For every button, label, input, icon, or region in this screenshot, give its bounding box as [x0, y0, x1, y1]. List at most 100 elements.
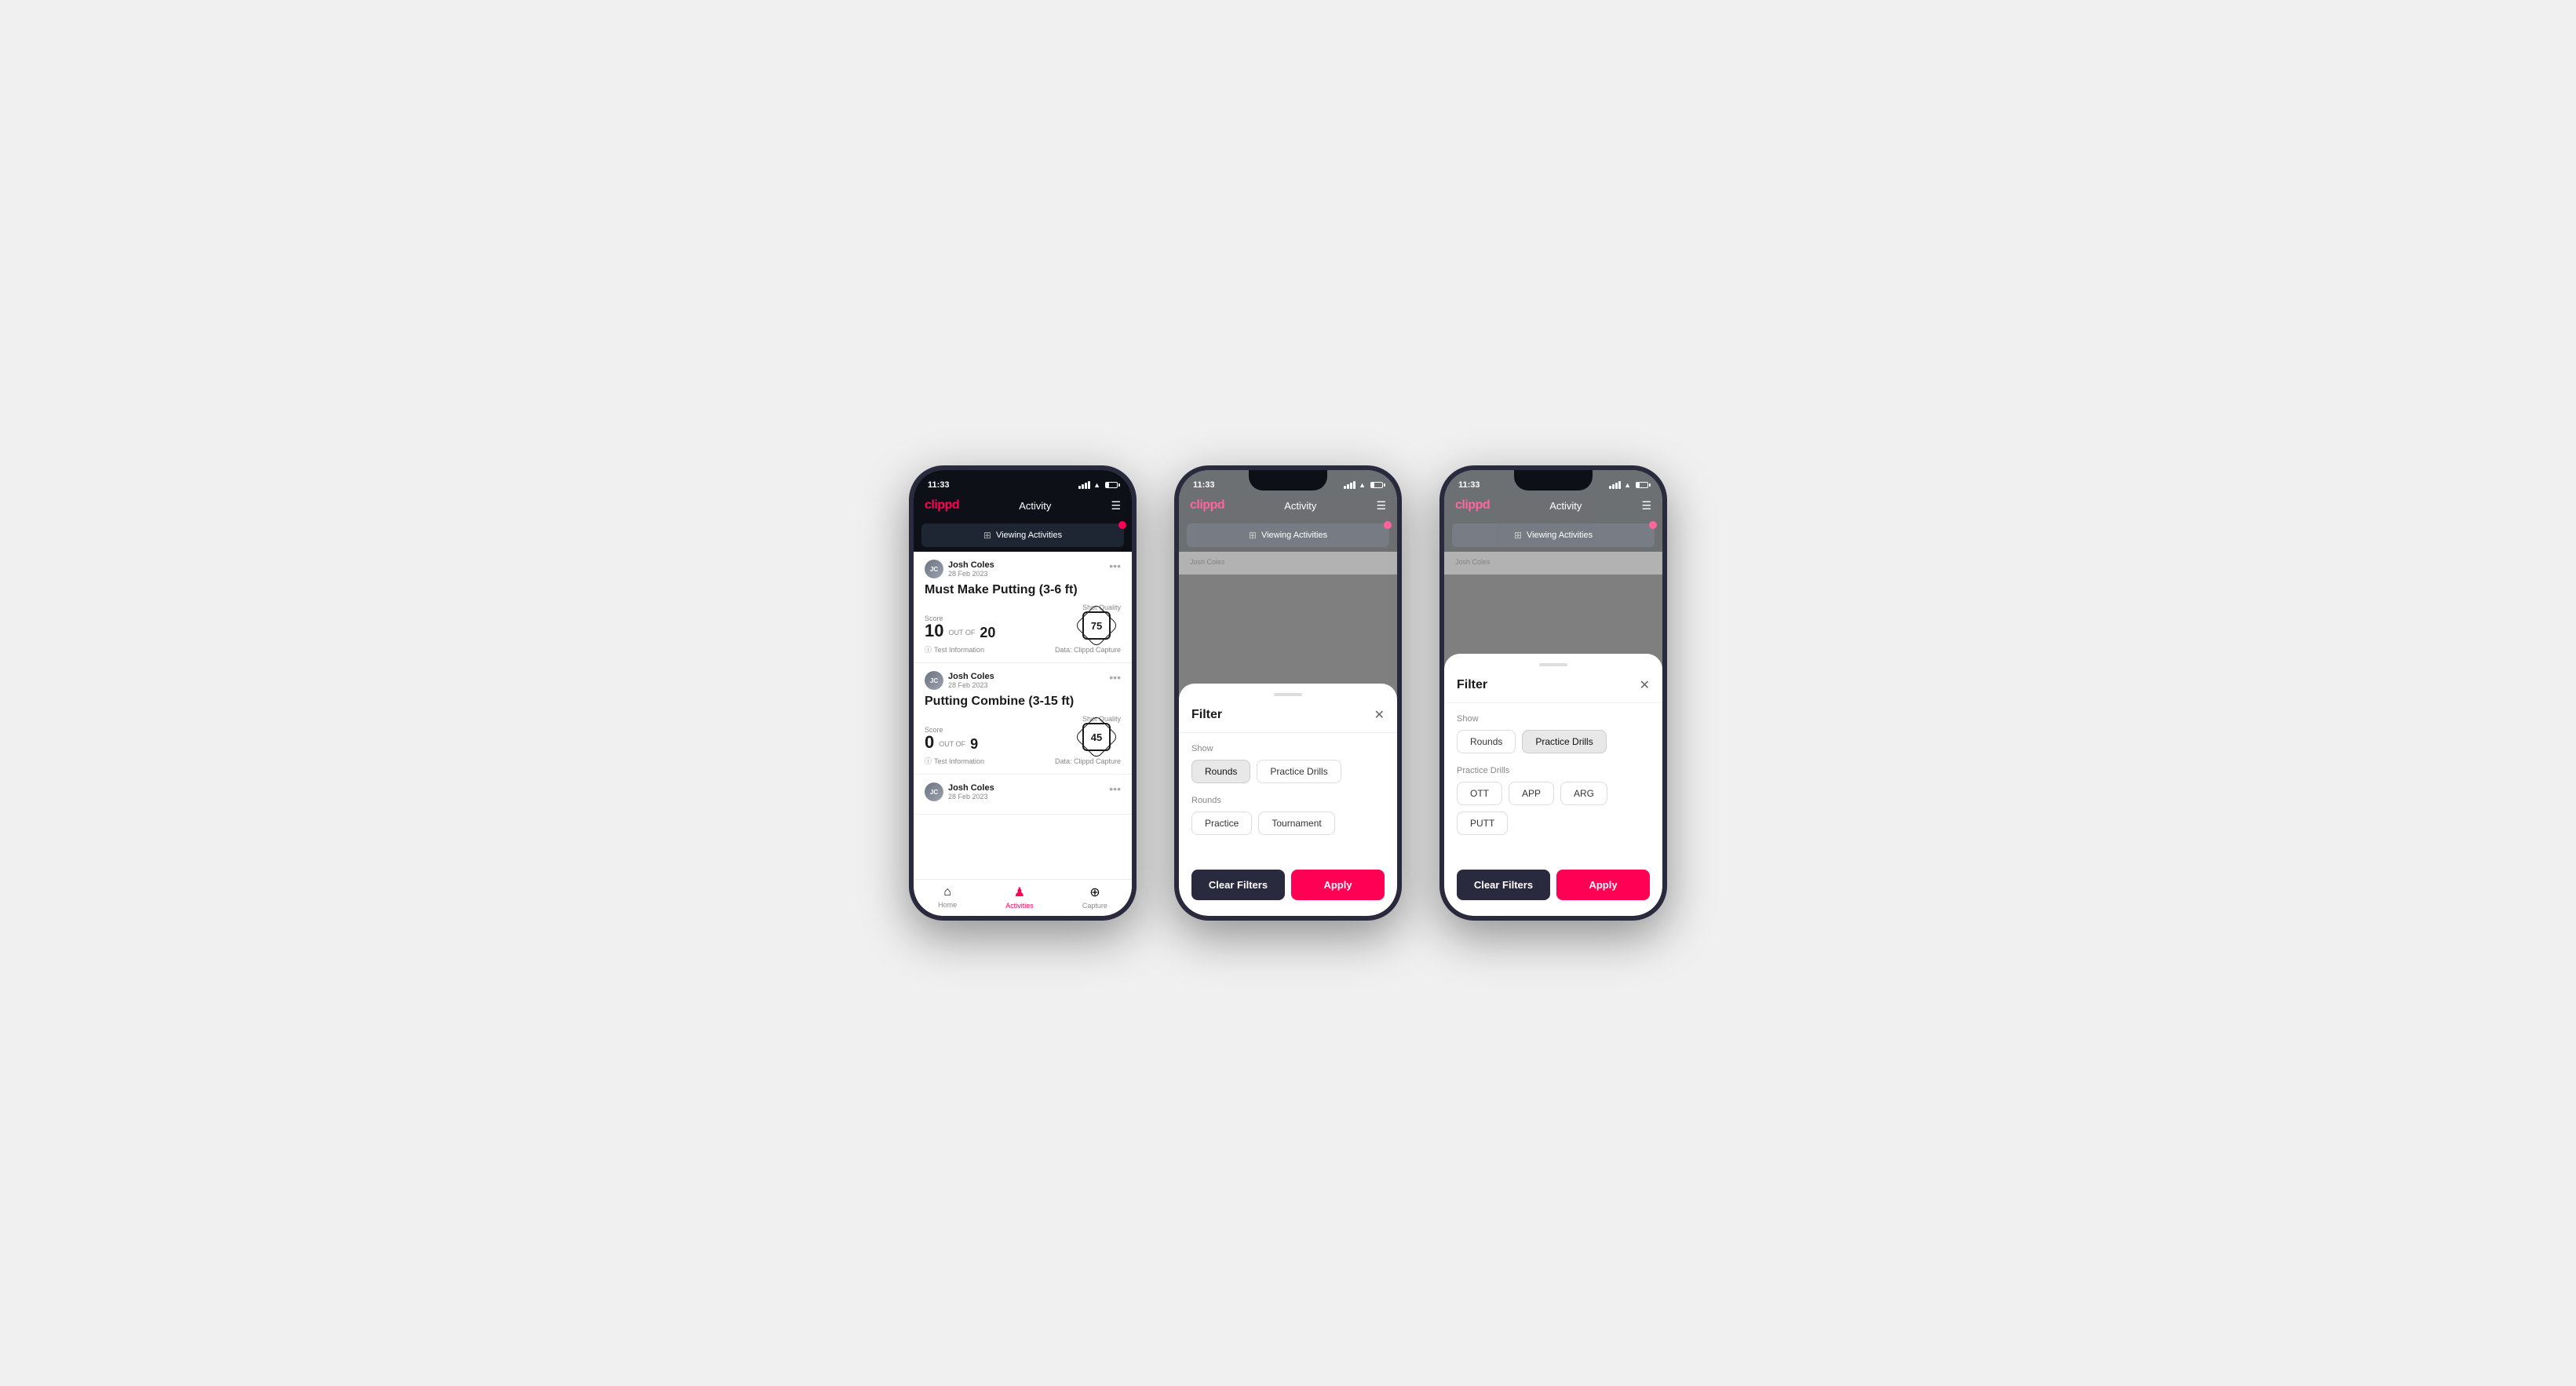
activity-card-1: JC Josh Coles 28 Feb 2023 ••• Must Make … — [914, 552, 1132, 663]
chip-ott-3[interactable]: OTT — [1457, 782, 1502, 805]
capture-icon: ⊕ — [1089, 884, 1100, 900]
filter-icon-2: ⊞ — [1249, 530, 1257, 541]
status-time: 11:33 — [928, 480, 950, 490]
activity-title-2: Putting Combine (3-15 ft) — [925, 695, 1121, 709]
status-time-3: 11:33 — [1458, 480, 1480, 490]
activities-icon: ♟ — [1014, 884, 1025, 900]
user-name-3: Josh Coles — [948, 783, 994, 793]
chip-practice-2[interactable]: Practice — [1191, 812, 1252, 835]
nav-activities[interactable]: ♟ Activities — [1005, 884, 1034, 910]
chip-arg-3[interactable]: ARG — [1560, 782, 1607, 805]
wifi-icon: ▲ — [1093, 481, 1100, 489]
chip-tournament-2[interactable]: Tournament — [1258, 812, 1334, 835]
dim-overlay-2: Josh Coles Filter ✕ Show — [1179, 552, 1397, 916]
modal-body-2: Show Rounds Practice Drills Rounds — [1179, 733, 1397, 859]
user-date-1: 28 Feb 2023 — [948, 570, 994, 578]
notch-2 — [1249, 470, 1327, 491]
notification-dot-3 — [1649, 521, 1657, 529]
app-logo-3: clippd — [1455, 498, 1490, 512]
more-menu-2[interactable]: ••• — [1109, 671, 1121, 684]
stats-row-1: Score 10 OUT OF 20 Shot Quality — [925, 604, 1121, 640]
battery-icon — [1105, 482, 1118, 488]
chip-rounds-2[interactable]: Rounds — [1191, 760, 1250, 783]
clear-filters-button-3[interactable]: Clear Filters — [1457, 870, 1550, 900]
data-source-2: Data: Clippd Capture — [1055, 757, 1121, 765]
status-time-2: 11:33 — [1193, 480, 1215, 490]
nav-home-label: Home — [938, 901, 957, 909]
phone-2: 11:33 ▲ — [1174, 465, 1402, 921]
chip-practice-drills-2[interactable]: Practice Drills — [1257, 760, 1341, 783]
user-date-3: 28 Feb 2023 — [948, 793, 994, 801]
show-chips-3: Rounds Practice Drills — [1457, 730, 1650, 753]
chip-app-3[interactable]: APP — [1509, 782, 1554, 805]
score-value-1: 10 — [925, 622, 943, 640]
viewing-bar-text-2: Viewing Activities — [1261, 531, 1327, 540]
modal-footer-3: Clear Filters Apply — [1444, 859, 1662, 916]
signal-icon-3 — [1609, 481, 1621, 489]
status-icons-2: ▲ — [1344, 481, 1383, 489]
phone-1: 11:33 ▲ — [909, 465, 1137, 921]
modal-handle-3 — [1539, 663, 1567, 666]
activity-card-2: JC Josh Coles 28 Feb 2023 ••• Putting Co… — [914, 663, 1132, 775]
wifi-icon-3: ▲ — [1624, 481, 1631, 489]
user-name-1: Josh Coles — [948, 560, 994, 570]
nav-capture-label: Capture — [1082, 902, 1107, 910]
more-menu-1[interactable]: ••• — [1109, 560, 1121, 572]
nav-capture[interactable]: ⊕ Capture — [1082, 884, 1107, 910]
chip-practice-drills-3[interactable]: Practice Drills — [1522, 730, 1606, 753]
app-logo-2: clippd — [1190, 498, 1224, 512]
modal-close-2[interactable]: ✕ — [1374, 707, 1385, 723]
modal-handle-2 — [1274, 693, 1302, 696]
activity-card-3: JC Josh Coles 28 Feb 2023 ••• — [914, 775, 1132, 815]
bg-card-3: Josh Coles — [1444, 552, 1662, 574]
activity-title-1: Must Make Putting (3-6 ft) — [925, 583, 1121, 597]
modal-title-2: Filter — [1191, 708, 1222, 722]
modal-title-3: Filter — [1457, 678, 1487, 692]
test-info-1: ⓘ Test Information — [925, 644, 984, 655]
score-total-1: 20 — [980, 626, 995, 640]
avatar-1: JC — [925, 560, 943, 578]
app-title-3: Activity — [1549, 500, 1582, 512]
apply-button-2[interactable]: Apply — [1291, 870, 1385, 900]
hamburger-icon-2: ☰ — [1376, 499, 1386, 512]
notch-3 — [1514, 470, 1593, 491]
app-header-3: clippd Activity ☰ — [1444, 495, 1662, 519]
notification-dot-2 — [1384, 521, 1392, 529]
chip-rounds-3[interactable]: Rounds — [1457, 730, 1516, 753]
viewing-bar[interactable]: ⊞ Viewing Activities — [921, 523, 1124, 547]
filter-icon: ⊞ — [983, 530, 991, 541]
dim-overlay-3: Josh Coles Filter ✕ Show — [1444, 552, 1662, 916]
filter-modal-2: Filter ✕ Show Rounds Pra — [1179, 684, 1397, 916]
modal-close-3[interactable]: ✕ — [1640, 677, 1650, 693]
show-chips-2: Rounds Practice Drills — [1191, 760, 1385, 783]
hamburger-icon-3: ☰ — [1641, 499, 1651, 512]
practice-drill-chips-3: OTT APP ARG PUTT — [1457, 782, 1650, 835]
chip-putt-3[interactable]: PUTT — [1457, 812, 1508, 835]
shot-quality-badge-1: 75 — [1082, 611, 1111, 640]
battery-icon-3 — [1636, 482, 1648, 488]
modal-footer-2: Clear Filters Apply — [1179, 859, 1397, 916]
nav-home[interactable]: ⌂ Home — [938, 885, 957, 909]
more-menu-3[interactable]: ••• — [1109, 782, 1121, 795]
clear-filters-button-2[interactable]: Clear Filters — [1191, 870, 1285, 900]
user-name-2: Josh Coles — [948, 672, 994, 681]
nav-activities-label: Activities — [1005, 902, 1034, 910]
app-title-2: Activity — [1284, 500, 1316, 512]
rounds-chips-2: Practice Tournament — [1191, 812, 1385, 835]
score-value-2: 0 — [925, 734, 934, 751]
battery-icon-2 — [1370, 482, 1383, 488]
show-label-2: Show — [1191, 744, 1385, 753]
wifi-icon-2: ▲ — [1359, 481, 1366, 489]
signal-icon-2 — [1344, 481, 1356, 489]
shot-quality-badge-2: 45 — [1082, 723, 1111, 751]
hamburger-icon[interactable]: ☰ — [1111, 499, 1121, 512]
viewing-bar-2: ⊞ Viewing Activities — [1187, 523, 1389, 547]
score-total-2: 9 — [970, 737, 978, 751]
viewing-bar-3: ⊞ Viewing Activities — [1452, 523, 1655, 547]
info-icon-2: ⓘ — [925, 756, 932, 766]
rounds-label-2: Rounds — [1191, 796, 1385, 805]
apply-button-3[interactable]: Apply — [1556, 870, 1650, 900]
out-of-1: OUT OF — [948, 629, 975, 636]
viewing-bar-text-3: Viewing Activities — [1527, 531, 1593, 540]
app-logo: clippd — [925, 498, 959, 512]
